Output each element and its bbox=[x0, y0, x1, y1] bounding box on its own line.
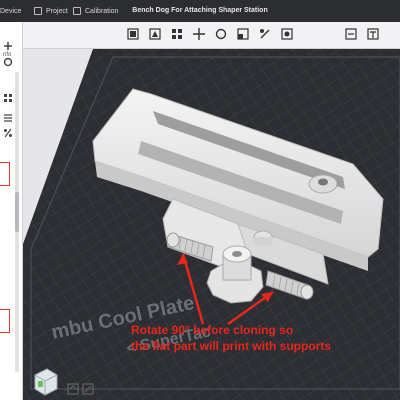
rotate-icon[interactable] bbox=[212, 25, 230, 43]
sidebar-scrollbar-thumb[interactable] bbox=[15, 192, 19, 232]
list-icon[interactable] bbox=[2, 112, 14, 124]
percent-icon[interactable] bbox=[2, 127, 14, 139]
support-paint-icon[interactable] bbox=[278, 25, 296, 43]
toolbar bbox=[22, 22, 400, 49]
annotation-line-1: Rotate 90° before cloning so bbox=[131, 323, 293, 337]
sidebar-info-label: nfo bbox=[3, 52, 12, 58]
viewport-canvas[interactable]: mbu Cool Plate < SuperTac Rotate 90° bef… bbox=[23, 49, 400, 400]
tab-calibration-label: Calibration bbox=[85, 7, 119, 15]
tab-project-label: Project bbox=[46, 7, 68, 15]
title-bar: Device Project Calibration Bench Dog For… bbox=[0, 0, 400, 22]
text-icon[interactable] bbox=[364, 25, 382, 43]
annotation-line-2: the flat part will print with supports bbox=[131, 339, 331, 353]
tab-device-label: Device bbox=[0, 7, 22, 15]
calibration-icon bbox=[73, 7, 81, 15]
move-icon[interactable] bbox=[190, 25, 208, 43]
orient-icon[interactable] bbox=[146, 25, 164, 43]
tab-device[interactable]: Device bbox=[0, 0, 21, 22]
fuzzy-skin-icon[interactable] bbox=[342, 25, 360, 43]
grid-icon[interactable] bbox=[2, 92, 14, 104]
view-cube-icon[interactable] bbox=[34, 368, 58, 396]
tab-calibration[interactable]: Calibration bbox=[73, 0, 118, 22]
highlight-box-bottom bbox=[0, 309, 10, 333]
add-plate-icon[interactable] bbox=[124, 25, 142, 43]
plus-icon[interactable] bbox=[2, 40, 14, 52]
tab-project[interactable]: Project bbox=[34, 0, 68, 22]
left-sidebar: nfo bbox=[0, 22, 23, 400]
arrange-icon[interactable] bbox=[168, 25, 186, 43]
highlight-box-top bbox=[0, 162, 10, 186]
split-icon[interactable] bbox=[256, 25, 274, 43]
scale-icon[interactable] bbox=[234, 25, 252, 43]
3d-viewport[interactable]: mbu Cool Plate < SuperTac Rotate 90° bef… bbox=[23, 49, 400, 400]
project-icon bbox=[34, 7, 42, 15]
